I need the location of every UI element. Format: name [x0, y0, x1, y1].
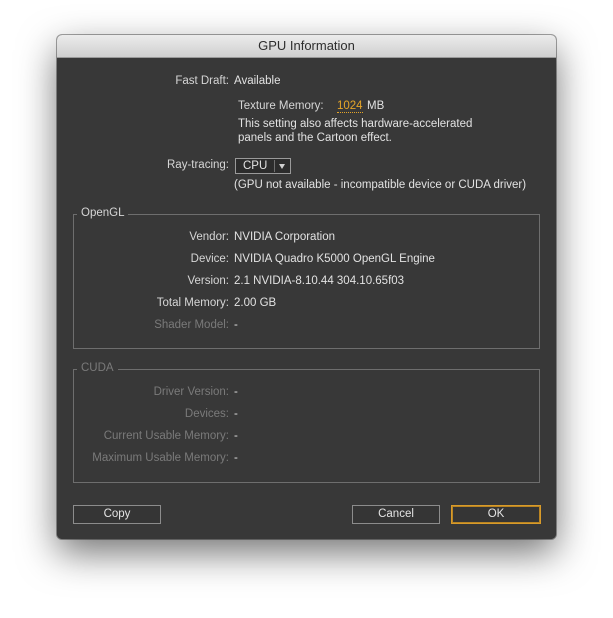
- device-value: NVIDIA Quadro K5000 OpenGL Engine: [234, 253, 435, 265]
- gpu-information-dialog: GPU Information Fast Draft: Available Te…: [57, 35, 556, 539]
- texture-memory-value[interactable]: 1024: [337, 100, 363, 113]
- ray-tracing-note: (GPU not available - incompatible device…: [234, 179, 527, 191]
- cancel-button[interactable]: Cancel: [352, 505, 440, 524]
- driver-version-label: Driver Version:: [153, 386, 229, 398]
- vendor-value: NVIDIA Corporation: [234, 231, 335, 243]
- version-value: 2.1 NVIDIA-8.10.44 304.10.65f03: [234, 275, 405, 287]
- device-label: Device:: [190, 253, 229, 265]
- shader-model-value: -: [234, 319, 238, 331]
- texture-memory-note-line1: This setting also affects hardware-accel…: [238, 118, 473, 130]
- copy-button[interactable]: Copy: [73, 505, 161, 524]
- title-bar[interactable]: GPU Information: [57, 35, 556, 58]
- texture-memory-label: Texture Memory:: [238, 100, 324, 112]
- current-usable-memory-value: -: [234, 430, 238, 442]
- shader-model-label: Shader Model:: [154, 319, 229, 331]
- total-memory-label: Total Memory:: [156, 297, 229, 309]
- version-label: Version:: [187, 275, 229, 287]
- texture-memory-unit: MB: [367, 100, 385, 112]
- cuda-group-title: CUDA: [77, 362, 118, 374]
- maximum-usable-memory-label: Maximum Usable Memory:: [92, 452, 229, 464]
- fast-draft-value: Available: [234, 75, 281, 87]
- devices-label: Devices:: [184, 408, 229, 420]
- ok-button[interactable]: OK: [451, 505, 541, 524]
- select-divider: [274, 160, 275, 172]
- texture-memory-note-line2: panels and the Cartoon effect.: [238, 132, 392, 144]
- ray-tracing-selected-value: CPU: [243, 160, 268, 172]
- opengl-group-title: OpenGL: [77, 207, 129, 219]
- dialog-title: GPU Information: [258, 38, 355, 53]
- ray-tracing-select[interactable]: CPU: [235, 158, 291, 174]
- devices-value: -: [234, 408, 238, 420]
- chevron-down-icon: [279, 164, 285, 169]
- ray-tracing-label: Ray-tracing:: [167, 159, 229, 171]
- current-usable-memory-label: Current Usable Memory:: [103, 430, 229, 442]
- driver-version-value: -: [234, 386, 238, 398]
- maximum-usable-memory-value: -: [234, 452, 238, 464]
- vendor-label: Vendor:: [189, 231, 229, 243]
- dialog-content: Fast Draft: Available Texture Memory: 10…: [57, 58, 556, 539]
- fast-draft-label: Fast Draft:: [175, 75, 229, 87]
- total-memory-value: 2.00 GB: [234, 297, 277, 309]
